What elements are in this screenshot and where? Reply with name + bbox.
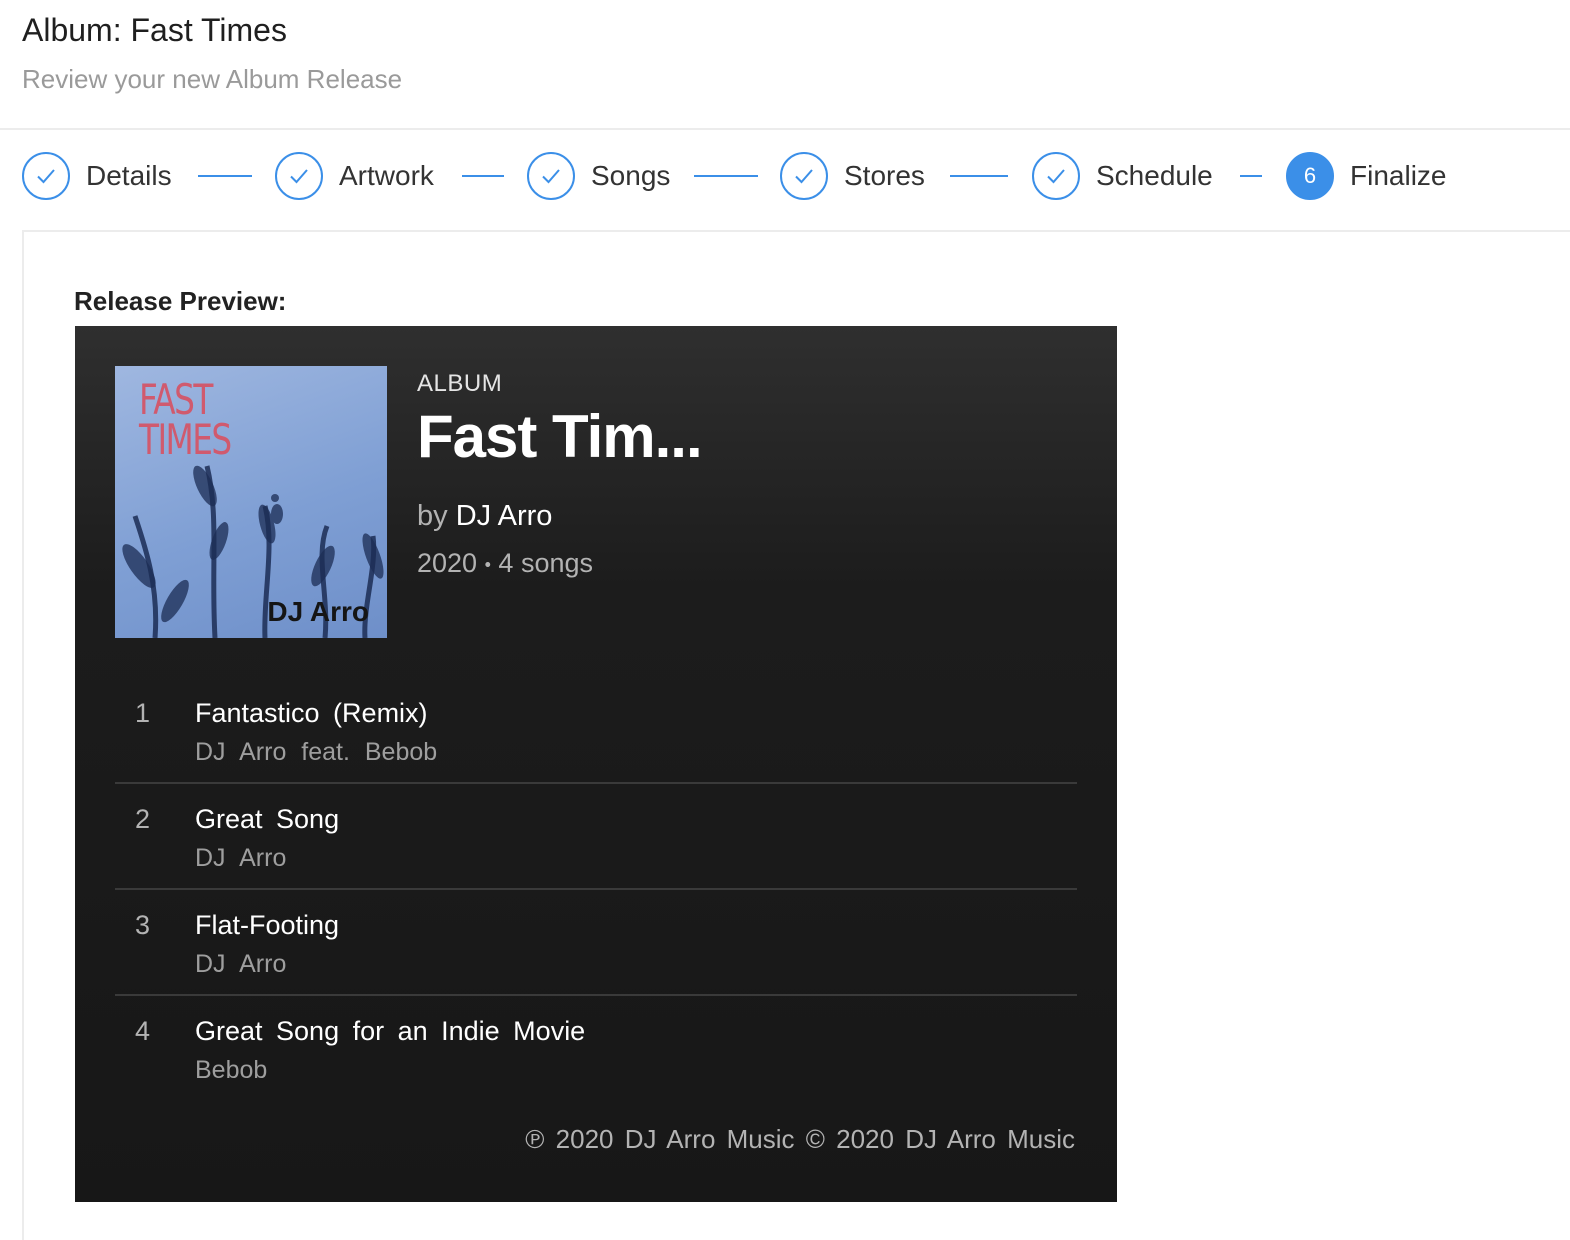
step-label: Finalize [1350, 160, 1447, 191]
step-label: Songs [591, 160, 671, 191]
step-connector [694, 175, 758, 177]
check-icon [780, 152, 828, 200]
release-card: Release Preview: FAST TIMES DJ Arro ALBU… [22, 230, 1570, 1240]
album-type: ALBUM [417, 370, 503, 397]
step-artwork[interactable]: Artwork [275, 150, 434, 202]
step-schedule[interactable]: Schedule [1032, 150, 1213, 202]
album-artist-line: by DJ Arro [417, 500, 553, 532]
track-row[interactable]: 2 Great Song DJ Arro [115, 784, 1077, 890]
page-subtitle: Review your new Album Release [22, 64, 403, 94]
page-header: Album: Fast Times Review your new Album … [0, 0, 1570, 130]
track-number: 1 [135, 698, 151, 728]
track-title: Great Song [195, 804, 340, 834]
track-number: 4 [135, 1016, 151, 1046]
cover-title: FAST TIMES [139, 375, 232, 464]
album-title: Fast Tim... [417, 403, 703, 470]
step-finalize[interactable]: 6 Finalize [1286, 150, 1446, 202]
track-title: Flat-Footing [195, 910, 340, 940]
step-label: Schedule [1096, 160, 1213, 191]
release-stepper: Details Artwork Songs Stores Schedule 6 … [22, 150, 1542, 202]
check-icon [275, 152, 323, 200]
track-row[interactable]: 4 Great Song for an Indie Movie Bebob [115, 996, 1077, 1102]
step-number-badge: 6 [1286, 152, 1334, 200]
release-preview-label: Release Preview: [74, 286, 287, 316]
step-connector [462, 175, 504, 177]
check-icon [527, 152, 575, 200]
album-cover: FAST TIMES DJ Arro [115, 366, 387, 638]
album-meta: 2020 • 4 songs [417, 548, 593, 578]
release-preview-player: FAST TIMES DJ Arro ALBUM Fast Tim... by … [75, 326, 1117, 1202]
track-list: 1 Fantastico (Remix) DJ Arro feat. Bebob… [115, 678, 1077, 1102]
track-number: 2 [135, 804, 151, 834]
step-label: Details [86, 160, 172, 191]
step-connector [1240, 175, 1262, 177]
copyright-notice: ℗ 2020 DJ Arro Music © 2020 DJ Arro Musi… [525, 1124, 1075, 1154]
track-artist: DJ Arro [195, 950, 287, 978]
track-artist: Bebob [195, 1056, 268, 1084]
step-connector [950, 175, 1008, 177]
track-row[interactable]: 1 Fantastico (Remix) DJ Arro feat. Bebob [115, 678, 1077, 784]
page-title: Album: Fast Times [22, 12, 287, 48]
track-row[interactable]: 3 Flat-Footing DJ Arro [115, 890, 1077, 996]
step-details[interactable]: Details [22, 150, 172, 202]
cover-artist: DJ Arro [267, 596, 369, 627]
step-connector [198, 175, 252, 177]
album-artist[interactable]: DJ Arro [456, 500, 553, 532]
step-stores[interactable]: Stores [780, 150, 925, 202]
step-label: Stores [844, 160, 925, 191]
track-artist: DJ Arro [195, 844, 287, 872]
step-label: Artwork [339, 160, 434, 191]
track-number: 3 [135, 910, 151, 940]
check-icon [1032, 152, 1080, 200]
track-title: Great Song for an Indie Movie [195, 1016, 586, 1046]
track-artist: DJ Arro feat. Bebob [195, 738, 438, 766]
check-icon [22, 152, 70, 200]
step-songs[interactable]: Songs [527, 150, 670, 202]
track-title: Fantastico (Remix) [195, 698, 428, 728]
